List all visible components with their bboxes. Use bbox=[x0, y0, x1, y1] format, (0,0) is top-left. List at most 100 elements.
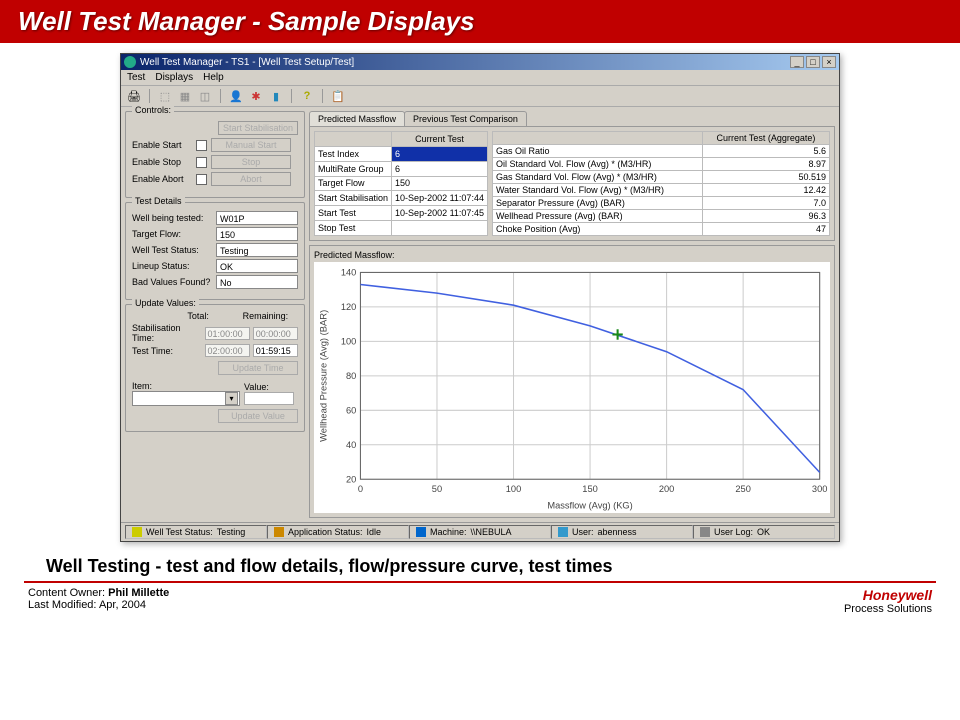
item-combo[interactable]: ▾ bbox=[132, 391, 240, 406]
svg-text:100: 100 bbox=[506, 484, 521, 494]
chart-icon[interactable]: ▮ bbox=[269, 89, 283, 103]
ag-label: Water Standard Vol. Flow (Avg) * (M3/HR) bbox=[492, 184, 702, 197]
division-label: Process Solutions bbox=[844, 603, 932, 615]
ag-label: Separator Pressure (Avg) (BAR) bbox=[492, 197, 702, 210]
app-window: Well Test Manager - TS1 - [Well Test Set… bbox=[120, 53, 840, 542]
brand-logo: Honeywell bbox=[844, 587, 932, 603]
enable-start-checkbox[interactable] bbox=[196, 140, 207, 151]
app-icon bbox=[124, 56, 136, 68]
log-icon bbox=[700, 527, 710, 537]
svg-text:50: 50 bbox=[432, 484, 442, 494]
update-values-group: Update Values: Total: Remaining: Stabili… bbox=[125, 304, 305, 432]
current-test-table: Current Test Test Index6MultiRate Group6… bbox=[314, 131, 488, 236]
toolbar: 🖨 ⬚ ▦ ◫ 👤 ✱ ▮ ? 📋 bbox=[121, 86, 839, 107]
svg-text:20: 20 bbox=[346, 474, 356, 484]
window-title: Well Test Manager - TS1 - [Well Test Set… bbox=[140, 57, 354, 68]
menu-test[interactable]: Test bbox=[127, 72, 145, 83]
ct-value: 10-Sep-2002 11:07:45 bbox=[392, 206, 488, 221]
ag-value: 7.0 bbox=[702, 197, 829, 210]
ag-label: Oil Standard Vol. Flow (Avg) * (M3/HR) bbox=[492, 158, 702, 171]
app-status-icon bbox=[274, 527, 284, 537]
tool-icon-3[interactable]: ◫ bbox=[198, 89, 212, 103]
svg-text:40: 40 bbox=[346, 440, 356, 450]
menubar: Test Displays Help bbox=[121, 70, 839, 86]
clipboard-icon[interactable]: 📋 bbox=[331, 89, 345, 103]
chart-area: 05010015020025030020406080100120140Massf… bbox=[314, 262, 830, 513]
update-value-button[interactable]: Update Value bbox=[218, 409, 298, 423]
detail-value[interactable]: 150 bbox=[216, 227, 298, 241]
svg-text:300: 300 bbox=[812, 484, 827, 494]
value-input[interactable] bbox=[244, 392, 294, 405]
test-details-legend: Test Details bbox=[132, 196, 185, 206]
ct-value bbox=[392, 221, 488, 236]
well-test-status-value: Testing bbox=[217, 527, 246, 537]
user-value: abenness bbox=[598, 527, 637, 537]
remaining-time[interactable]: 00:00:00 bbox=[253, 327, 298, 340]
detail-value[interactable]: W01P bbox=[216, 211, 298, 225]
tab-previous-comparison[interactable]: Previous Test Comparison bbox=[404, 111, 527, 126]
enable-stop-label: Enable Stop bbox=[132, 157, 192, 167]
detail-value[interactable]: Testing bbox=[216, 243, 298, 257]
minimize-button[interactable]: _ bbox=[790, 56, 804, 68]
test-details-group: Test Details Well being tested:W01PTarge… bbox=[125, 202, 305, 300]
ag-value: 47 bbox=[702, 223, 829, 236]
modified-label: Last Modified: bbox=[28, 599, 96, 611]
remaining-header: Remaining: bbox=[243, 311, 298, 321]
ct-label: MultiRate Group bbox=[315, 161, 392, 176]
detail-value[interactable]: No bbox=[216, 275, 298, 289]
ag-value: 12.42 bbox=[702, 184, 829, 197]
ct-value: 6 bbox=[392, 146, 488, 161]
maximize-button[interactable]: □ bbox=[806, 56, 820, 68]
detail-label: Lineup Status: bbox=[132, 261, 212, 271]
tab-body: Current Test Test Index6MultiRate Group6… bbox=[309, 126, 835, 241]
detail-label: Well Test Status: bbox=[132, 245, 212, 255]
update-time-button[interactable]: Update Time bbox=[218, 361, 298, 375]
ag-label: Gas Standard Vol. Flow (Avg) * (M3/HR) bbox=[492, 171, 702, 184]
chart-label: Predicted Massflow: bbox=[314, 250, 830, 260]
manual-start-button[interactable]: Manual Start bbox=[211, 138, 291, 152]
menu-displays[interactable]: Displays bbox=[155, 72, 193, 83]
aggregate-header: Current Test (Aggregate) bbox=[702, 132, 829, 145]
abort-button[interactable]: Abort bbox=[211, 172, 291, 186]
svg-text:120: 120 bbox=[341, 302, 356, 312]
ag-value: 50.519 bbox=[702, 171, 829, 184]
tab-predicted-massflow[interactable]: Predicted Massflow bbox=[309, 111, 405, 126]
enable-abort-checkbox[interactable] bbox=[196, 174, 207, 185]
help-icon[interactable]: ? bbox=[300, 89, 314, 103]
well-status-icon bbox=[132, 527, 142, 537]
machine-icon bbox=[416, 527, 426, 537]
start-stabilisation-button[interactable]: Start Stabilisation bbox=[218, 121, 298, 135]
total-time[interactable]: 01:00:00 bbox=[205, 327, 250, 340]
print-icon[interactable]: 🖨 bbox=[127, 89, 141, 103]
log-label: User Log: bbox=[714, 527, 753, 537]
ct-label: Stop Test bbox=[315, 221, 392, 236]
statusbar: Well Test Status: Testing Application St… bbox=[121, 522, 839, 541]
tool-icon-2[interactable]: ▦ bbox=[178, 89, 192, 103]
config-icon[interactable]: ✱ bbox=[249, 89, 263, 103]
update-row-label: Test Time: bbox=[132, 346, 202, 356]
modified-value: Apr, 2004 bbox=[99, 599, 146, 611]
update-values-legend: Update Values: bbox=[132, 298, 199, 308]
detail-label: Well being tested: bbox=[132, 213, 212, 223]
log-value: OK bbox=[757, 527, 770, 537]
user-icon[interactable]: 👤 bbox=[229, 89, 243, 103]
user-status-icon bbox=[558, 527, 568, 537]
user-label: User: bbox=[572, 527, 594, 537]
svg-text:80: 80 bbox=[346, 371, 356, 381]
chart-group: Predicted Massflow: 05010015020025030020… bbox=[309, 245, 835, 518]
tool-icon-1[interactable]: ⬚ bbox=[158, 89, 172, 103]
owner-value: Phil Millette bbox=[108, 587, 169, 599]
enable-stop-checkbox[interactable] bbox=[196, 157, 207, 168]
close-button[interactable]: × bbox=[822, 56, 836, 68]
menu-help[interactable]: Help bbox=[203, 72, 224, 83]
app-status-value: Idle bbox=[367, 527, 382, 537]
item-label: Item: bbox=[132, 381, 240, 391]
detail-value[interactable]: OK bbox=[216, 259, 298, 273]
total-header: Total: bbox=[187, 311, 242, 321]
detail-label: Bad Values Found? bbox=[132, 277, 212, 287]
remaining-time[interactable]: 01:59:15 bbox=[253, 344, 298, 357]
enable-abort-label: Enable Abort bbox=[132, 174, 192, 184]
machine-label: Machine: bbox=[430, 527, 467, 537]
total-time[interactable]: 02:00:00 bbox=[205, 344, 250, 357]
stop-button[interactable]: Stop bbox=[211, 155, 291, 169]
